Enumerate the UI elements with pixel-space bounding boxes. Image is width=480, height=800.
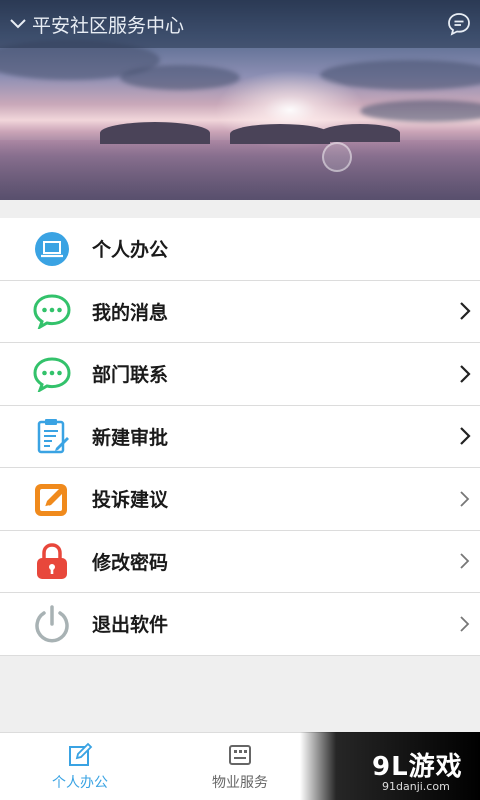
banner-island	[320, 124, 400, 142]
edit-square-icon	[69, 742, 93, 766]
tab-property-service[interactable]: 物业服务	[160, 733, 320, 800]
title-bar: 平安社区服务中心	[0, 0, 480, 48]
watermark-brand: 9L游戏	[372, 752, 463, 782]
chat-bubble-icon[interactable]	[446, 11, 472, 37]
list-board-icon	[229, 745, 251, 765]
menu-item-complaint-suggestion[interactable]: 投诉建议	[0, 468, 480, 531]
chevron-right-icon	[460, 616, 470, 632]
menu-item-department-contact[interactable]: 部门联系	[0, 343, 480, 406]
menu-item-exit-app[interactable]: 退出软件	[0, 593, 480, 656]
chevron-right-icon	[460, 427, 471, 446]
clipboard-edit-icon	[32, 416, 72, 456]
chevron-right-icon	[460, 553, 470, 569]
chevron-right-icon	[460, 491, 470, 507]
menu-item-label: 退出软件	[92, 614, 169, 637]
menu-item-label: 投诉建议	[92, 489, 169, 512]
tab-label: 物业服务	[212, 775, 268, 791]
chat-bubble-icon	[32, 354, 72, 394]
menu-item-label: 个人办公	[92, 239, 169, 262]
menu-item-personal-office[interactable]: 个人办公	[0, 218, 480, 281]
chevron-right-icon	[460, 364, 471, 383]
laptop-icon	[32, 229, 72, 269]
lock-icon	[32, 541, 72, 581]
menu-item-label: 新建审批	[92, 426, 169, 449]
banner-island	[100, 122, 210, 144]
power-icon	[32, 604, 72, 644]
menu-item-label: 我的消息	[92, 301, 169, 324]
banner-cloud	[360, 100, 480, 122]
menu-item-my-messages[interactable]: 我的消息	[0, 281, 480, 343]
menu-item-label: 部门联系	[92, 364, 169, 387]
chat-bubble-icon	[32, 291, 72, 331]
menu-item-change-password[interactable]: 修改密码	[0, 531, 480, 593]
tab-label: 个人办公	[52, 775, 108, 791]
header-banner: 平安社区服务中心	[0, 0, 480, 200]
chevron-down-icon[interactable]	[4, 0, 32, 48]
menu-list: 个人办公 我的消息 部门联系 新建审批 投诉建议 修改密码 退出软件	[0, 218, 480, 656]
banner-lens-flare	[322, 142, 352, 172]
menu-item-label: 修改密码	[92, 551, 169, 574]
menu-item-new-approval[interactable]: 新建审批	[0, 406, 480, 468]
banner-island	[230, 124, 330, 144]
tab-personal-office[interactable]: 个人办公	[0, 733, 160, 800]
watermark-site: 91danji.com	[382, 780, 450, 793]
watermark-logo: 9L游戏 91danji.com	[300, 732, 480, 800]
banner-water	[0, 140, 480, 200]
chevron-right-icon	[460, 302, 471, 321]
pencil-edit-icon	[32, 479, 72, 519]
page-title: 平安社区服务中心	[32, 14, 185, 37]
